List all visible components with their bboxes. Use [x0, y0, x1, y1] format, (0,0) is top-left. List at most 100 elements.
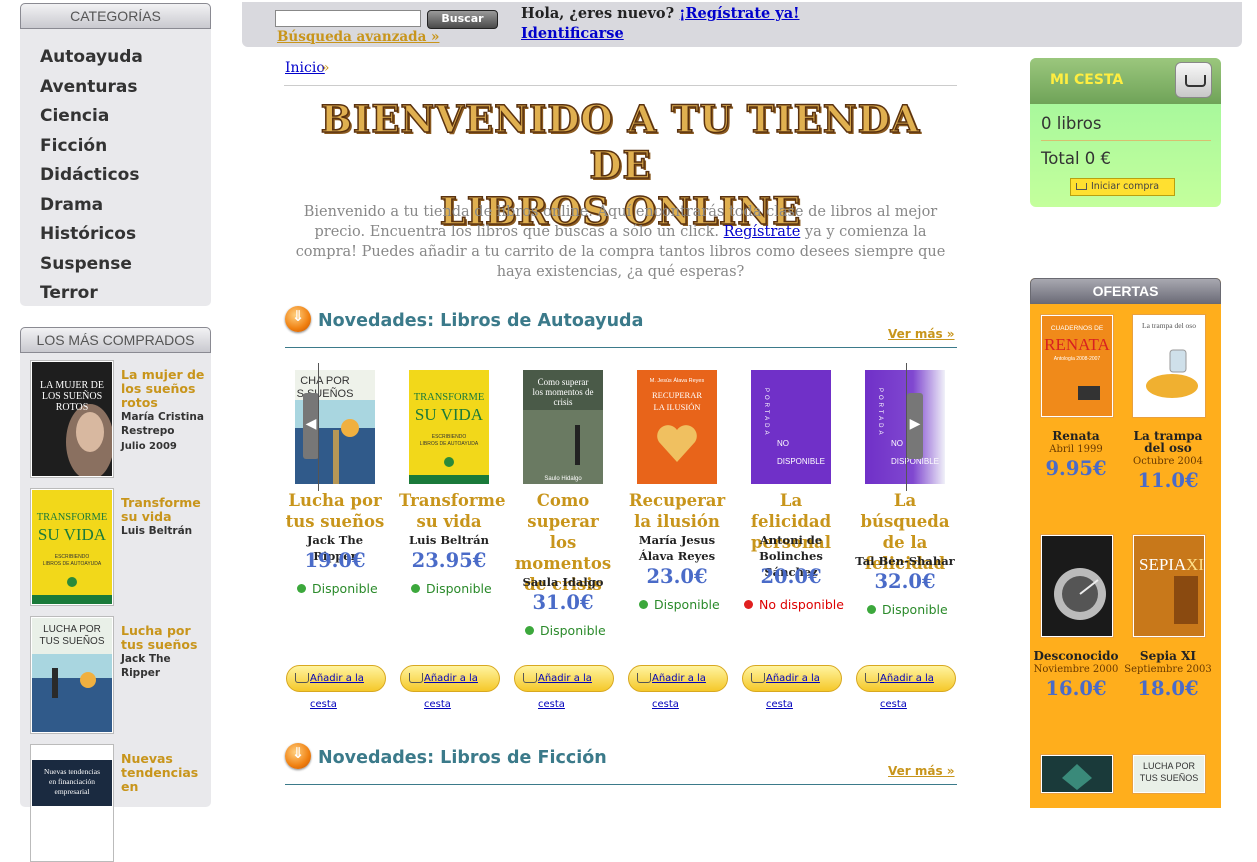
offer-title[interactable]: Renata — [1030, 430, 1122, 442]
cart-icon — [1076, 183, 1087, 190]
add-to-cart-button[interactable]: Añadir a la cesta — [742, 665, 842, 710]
stock-status: Disponible — [867, 602, 948, 617]
svg-text:NO: NO — [891, 439, 903, 448]
cart-divider — [1041, 140, 1211, 141]
book-cover[interactable]: LUCHA POR TUS SUEÑOS — [30, 616, 114, 734]
svg-text:LIBROS DE AUTOAYUDA: LIBROS DE AUTOAYUDA — [420, 441, 479, 447]
bestseller-date: Julio 2009 — [121, 441, 177, 452]
add-to-cart-button[interactable]: Añadir a la cesta — [286, 665, 386, 710]
book-price: 23.0€ — [646, 565, 708, 588]
category-terror[interactable]: Terror — [40, 279, 211, 309]
carousel-prev-button[interactable] — [303, 393, 319, 459]
book-price: 19.0€ — [304, 549, 366, 572]
svg-text:TUS SUEÑOS: TUS SUEÑOS — [39, 634, 104, 647]
bestseller-title[interactable]: Lucha por tus sueños Jack The Ripper — [121, 624, 211, 680]
offer-title[interactable]: Sepia XI — [1122, 650, 1214, 662]
available-icon — [411, 584, 420, 593]
breadcrumb-home[interactable]: Inicio — [285, 60, 325, 76]
carousel-edge — [906, 363, 907, 491]
categories-list: Autoayuda Aventuras Ciencia Ficción Didá… — [20, 29, 211, 309]
add-to-cart-button[interactable]: Añadir a la cesta — [856, 665, 956, 710]
bestseller-author: María Cristina Restrepo — [121, 411, 204, 437]
add-to-cart-button[interactable]: Añadir a la cesta — [400, 665, 500, 710]
stock-status: No disponible — [744, 597, 844, 612]
offer-cover[interactable]: LUCHA POR TUS SUEÑOS — [1132, 754, 1206, 794]
book-title[interactable]: Recuperar la ilusión — [627, 490, 727, 532]
offer-price: 16.0€ — [1045, 677, 1107, 700]
book-cover-felicidad[interactable]: PORTADA NO DISPONIBLE — [751, 370, 831, 484]
category-aventuras[interactable]: Aventuras — [40, 73, 211, 103]
svg-text:XI: XI — [1186, 555, 1204, 574]
book-cover[interactable]: TRANSFORME SU VIDA ESCRIBIENDO LIBROS DE… — [30, 488, 114, 606]
section-divider — [285, 347, 957, 348]
add-to-cart-button[interactable]: Añadir a la cesta — [514, 665, 614, 710]
offer-price: 11.0€ — [1137, 469, 1199, 492]
register-link[interactable]: ¡Regístrate ya! — [679, 5, 799, 22]
category-historicos[interactable]: Históricos — [40, 220, 211, 250]
cart-icon — [523, 673, 537, 683]
login-link[interactable]: Identificarse — [521, 25, 624, 42]
cart-total: Total 0 € — [1041, 149, 1112, 168]
book-cover-busqueda[interactable]: PORTADA NO DISPONIBLE — [865, 370, 945, 484]
book-cover-ilusion[interactable]: M. Jesús Álava Reyes RECUPERAR LA ILUSIÓ… — [637, 370, 717, 484]
bestseller-title[interactable]: Nuevas tendencias en — [121, 752, 211, 794]
book-title[interactable]: Transforme su vida — [399, 490, 506, 532]
svg-text:PORTADA: PORTADA — [877, 388, 883, 437]
category-suspense[interactable]: Suspense — [40, 250, 211, 280]
divider — [284, 85, 957, 86]
book-cover[interactable]: Nuevas tendencias en financiación empres… — [30, 744, 114, 862]
offer-price: 9.95€ — [1045, 457, 1107, 480]
offer-cover[interactable]: CUADERNOS DE RENATA Antología 2008-2007 — [1040, 314, 1114, 418]
add-to-cart-button[interactable]: Añadir a la cesta — [628, 665, 728, 710]
search-input[interactable] — [275, 10, 421, 27]
carousel-next-button[interactable] — [907, 393, 923, 459]
greeting-text: Hola, ¿eres nuevo? — [521, 5, 675, 22]
offer-cover[interactable] — [1040, 534, 1114, 638]
see-more-link[interactable]: Ver más » — [888, 327, 955, 341]
cart-count: 0 libros — [1041, 114, 1102, 133]
available-icon — [525, 626, 534, 635]
book-cover[interactable]: LA MUJER DE LOS SUEÑOS ROTOS — [30, 360, 114, 480]
svg-text:LUCHA POR: LUCHA POR — [43, 624, 101, 635]
see-more-link[interactable]: Ver más » — [888, 764, 955, 778]
offer-title[interactable]: Desconocido — [1030, 650, 1122, 662]
offer-cover[interactable]: La trampa del oso — [1132, 314, 1206, 418]
svg-text:PORTADA: PORTADA — [763, 388, 769, 437]
book-author: Luis Beltrán — [409, 533, 489, 547]
book-author: Saula Idalgo — [522, 575, 604, 589]
bestsellers-panel: LOS MÁS COMPRADOS LA MUJER DE LOS SUEÑOS… — [20, 327, 211, 862]
svg-text:RENATA: RENATA — [1044, 335, 1110, 354]
offer-date: Septiembre 2003 — [1124, 664, 1212, 675]
offer-date: Abril 1999 — [1049, 444, 1103, 455]
category-didacticos[interactable]: Didácticos — [40, 161, 211, 191]
category-drama[interactable]: Drama — [40, 191, 211, 221]
category-ciencia[interactable]: Ciencia — [40, 102, 211, 132]
svg-text:M. Jesús Álava Reyes: M. Jesús Álava Reyes — [650, 377, 705, 384]
cart-icon[interactable] — [1175, 62, 1212, 98]
offer-cover[interactable] — [1040, 754, 1114, 794]
bestseller-title[interactable]: La mujer de los sueños rotos María Crist… — [121, 368, 211, 454]
stock-status: Disponible — [297, 581, 378, 596]
svg-text:CUADERNOS DE: CUADERNOS DE — [1051, 325, 1104, 332]
offers-panel: OFERTAS CUADERNOS DE RENATA Antología 20… — [1030, 278, 1221, 808]
cart-icon — [409, 673, 423, 683]
available-icon — [867, 605, 876, 614]
svg-text:ROTOS: ROTOS — [56, 402, 89, 413]
checkout-button[interactable]: Iniciar compra — [1070, 178, 1175, 196]
bestseller-title[interactable]: Transforme su vida Luis Beltrán — [121, 496, 211, 538]
stock-status: Disponible — [525, 623, 606, 638]
offer-cover[interactable]: SEPIA XI — [1132, 534, 1206, 638]
svg-text:SU VIDA: SU VIDA — [38, 525, 107, 544]
svg-text:empresarial: empresarial — [55, 787, 90, 796]
offer-title[interactable]: La trampa del oso — [1122, 430, 1214, 454]
register-inline-link[interactable]: Regístrate — [724, 224, 801, 240]
svg-text:NO: NO — [777, 439, 789, 448]
book-cover-transforme[interactable]: TRANSFORME SU VIDA ESCRIBIENDO LIBROS DE… — [409, 370, 489, 484]
section-arrow-icon — [285, 306, 311, 332]
search-button[interactable]: Buscar — [427, 10, 498, 29]
book-cover-crisis[interactable]: Como superar los momentos de crisis Saul… — [523, 370, 603, 484]
advanced-search-link[interactable]: Búsqueda avanzada » — [277, 29, 439, 45]
book-title[interactable]: Lucha por tus sueños — [285, 490, 385, 532]
category-ficcion[interactable]: Ficción — [40, 132, 211, 162]
category-autoayuda[interactable]: Autoayuda — [40, 43, 211, 73]
